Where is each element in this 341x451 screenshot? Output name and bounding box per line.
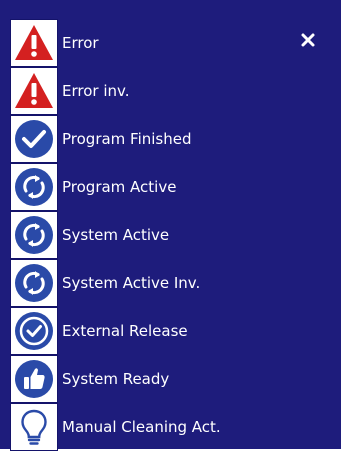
list-item-error-inv: Error inv.	[0, 67, 341, 115]
rotate-arrows-icon	[15, 216, 53, 254]
icon-tile	[10, 307, 58, 355]
list-item-manual-cleaning: Manual Cleaning Act.	[0, 403, 341, 451]
item-label: System Active	[62, 226, 170, 244]
icon-tile	[10, 355, 58, 403]
icon-tile	[10, 211, 58, 259]
icon-tile	[10, 163, 58, 211]
rotate-arrows-icon	[15, 168, 53, 206]
list-item-program-active: Program Active	[0, 163, 341, 211]
thumbs-up-icon	[15, 360, 53, 398]
icon-tile	[10, 19, 58, 67]
list-item-error: Error	[0, 19, 341, 67]
status-legend-panel: Error Error inv. Program Finished Progra…	[0, 0, 341, 451]
checkmark-circle-icon	[15, 120, 53, 158]
warning-triangle-icon	[15, 73, 53, 108]
item-label: System Active Inv.	[62, 274, 201, 292]
check-ring-icon	[15, 312, 53, 350]
list-item-system-active: System Active	[0, 211, 341, 259]
item-label: Error inv.	[62, 82, 130, 100]
list-item-program-finished: Program Finished	[0, 115, 341, 163]
item-label: Program Active	[62, 178, 177, 196]
status-list: Error Error inv. Program Finished Progra…	[0, 19, 341, 451]
icon-tile	[10, 115, 58, 163]
icon-tile	[10, 403, 58, 451]
list-item-system-ready: System Ready	[0, 355, 341, 403]
item-label: Error	[62, 34, 99, 52]
item-label: Manual Cleaning Act.	[62, 418, 221, 436]
list-item-external-release: External Release	[0, 307, 341, 355]
item-label: External Release	[62, 322, 188, 340]
item-label: System Ready	[62, 370, 170, 388]
lightbulb-icon	[21, 409, 47, 445]
item-label: Program Finished	[62, 130, 192, 148]
list-item-system-active-inv: System Active Inv.	[0, 259, 341, 307]
icon-tile	[10, 259, 58, 307]
rotate-arrows-icon	[15, 264, 53, 302]
icon-tile	[10, 67, 58, 115]
warning-triangle-icon	[15, 25, 53, 60]
